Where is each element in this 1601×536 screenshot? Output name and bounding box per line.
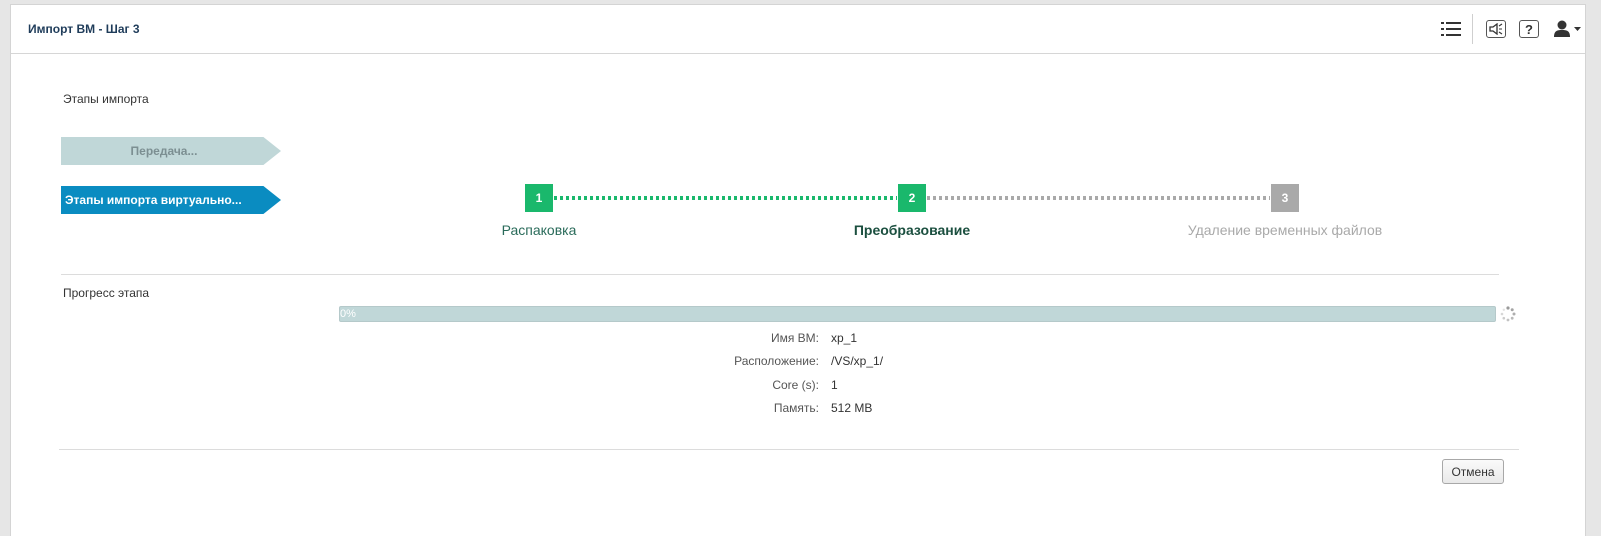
progress-percent: 0% (340, 308, 356, 320)
step-3-label: Удаление временных файлов (1187, 222, 1383, 238)
step-3-badge: 3 (1271, 184, 1299, 212)
step-connector-done (554, 196, 897, 200)
help-icon[interactable]: ? (1518, 19, 1540, 39)
step-1-label: Распаковка (501, 222, 577, 238)
user-menu-icon[interactable] (1553, 19, 1583, 39)
speaker-icon[interactable] (1485, 19, 1507, 39)
window-title: Импорт ВМ - Шаг 3 (28, 22, 140, 36)
loading-spinner-icon (1500, 306, 1516, 322)
title-bar: Импорт ВМ - Шаг 3 ? (11, 5, 1585, 54)
stages-section-label: Этапы импорта (63, 92, 149, 106)
footer-divider (59, 449, 1519, 450)
stage-import-virtual: Этапы импорта виртуально... (61, 186, 281, 214)
progress-section-label: Прогресс этапа (63, 286, 150, 300)
stage-transfer: Передача... (61, 137, 281, 165)
step-2-badge: 2 (898, 184, 926, 212)
stage-progress-bar: 0% (339, 306, 1496, 322)
divider (61, 274, 1499, 275)
content-area: Этапы импорта Передача... Этапы импорта … (11, 53, 1585, 536)
step-connector-pending (927, 196, 1270, 200)
cancel-button[interactable]: Отмена (1442, 459, 1504, 484)
step-2-label: Преобразование (853, 222, 971, 238)
toolbar-divider (1472, 14, 1473, 44)
import-vm-window: Импорт ВМ - Шаг 3 ? Этапы импорта Переда… (10, 4, 1586, 536)
menu-list-icon[interactable] (1440, 19, 1462, 39)
step-1-badge: 1 (525, 184, 553, 212)
